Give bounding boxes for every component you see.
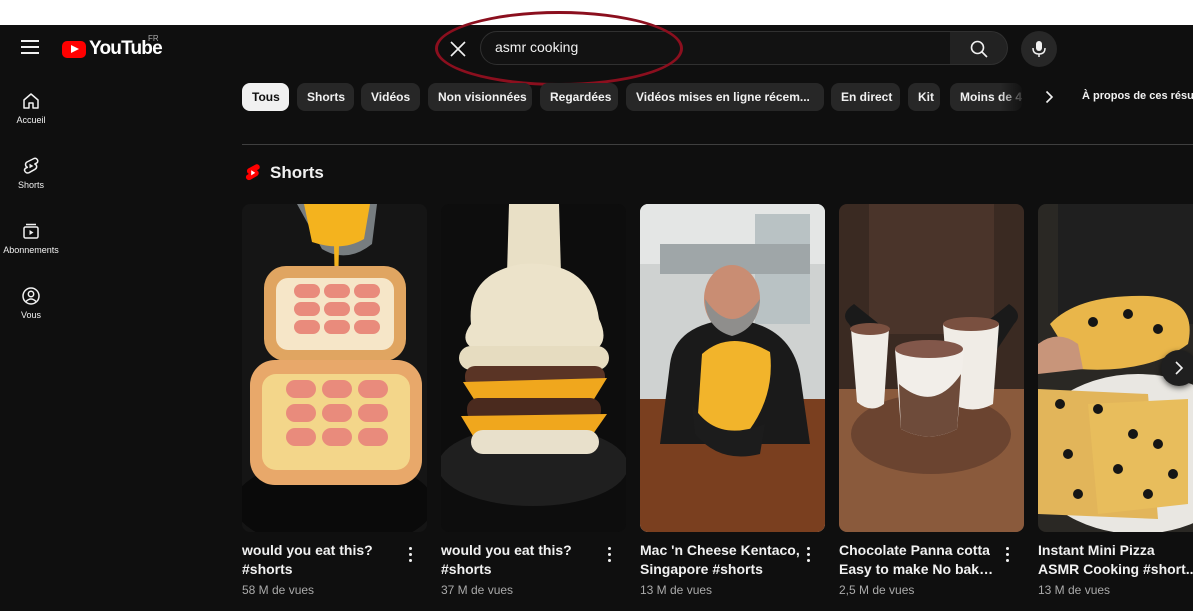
chips-fade: [1000, 83, 1026, 111]
carousel-next-button[interactable]: [1161, 350, 1193, 386]
chevron-right-icon[interactable]: [1040, 88, 1058, 106]
short-thumbnail[interactable]: [242, 204, 427, 532]
shorts-icon: [23, 157, 39, 174]
view-count: 13 M de vues: [1038, 583, 1111, 597]
view-count: 37 M de vues: [441, 583, 514, 597]
shorts-logo-icon: [245, 164, 260, 181]
short-card[interactable]: would you eat this? #shorts 58 M de vues: [242, 204, 427, 597]
menu-icon[interactable]: [21, 40, 39, 54]
sidebar-item-accueil[interactable]: Accueil: [0, 91, 62, 125]
sidebar-item-label: Vous: [20, 310, 42, 320]
short-thumbnail[interactable]: [441, 204, 626, 532]
short-card[interactable]: Mac 'n Cheese Kentaco, Singapore #shorts…: [640, 204, 825, 597]
chip-kit[interactable]: Kit: [908, 83, 940, 111]
more-options-icon[interactable]: [405, 547, 415, 565]
chip-non-visionnees[interactable]: Non visionnées: [428, 83, 532, 111]
browser-top-strip: [0, 0, 1193, 25]
chip-recemment[interactable]: Vidéos mises en ligne récem...: [626, 83, 824, 111]
more-options-icon[interactable]: [1002, 547, 1012, 565]
search-button[interactable]: [950, 31, 1008, 65]
short-title[interactable]: would you eat this? #shorts: [242, 541, 402, 579]
view-count: 58 M de vues: [242, 583, 315, 597]
country-code: FR: [148, 34, 159, 43]
chip-en-direct[interactable]: En direct: [831, 83, 900, 111]
search-icon: [970, 40, 988, 58]
short-title[interactable]: Instant Mini Pizza ASMR Cooking #short..…: [1038, 541, 1193, 579]
youtube-play-icon: [62, 40, 86, 58]
sidebar-item-label: Accueil: [16, 115, 46, 125]
shorts-section-header: Shorts: [244, 163, 324, 183]
short-title[interactable]: would you eat this? #shorts: [441, 541, 601, 579]
short-thumbnail[interactable]: [839, 204, 1024, 532]
user-icon: [22, 287, 40, 305]
subscriptions-icon: [23, 223, 39, 239]
view-count: 2,5 M de vues: [839, 583, 915, 597]
chip-regardees[interactable]: Regardées: [540, 83, 618, 111]
sidebar-item-abonnements[interactable]: Abonnements: [0, 221, 62, 255]
sidebar-item-vous[interactable]: Vous: [0, 286, 62, 320]
more-options-icon[interactable]: [604, 547, 614, 565]
search-input[interactable]: [495, 39, 895, 55]
more-options-icon[interactable]: [803, 547, 813, 565]
microphone-icon: [1032, 41, 1046, 57]
about-results-link[interactable]: À propos de ces résu: [1082, 90, 1193, 102]
youtube-logo[interactable]: YouTube: [62, 38, 163, 60]
short-title[interactable]: Chocolate Panna cotta Easy to make No ba…: [839, 541, 999, 579]
chip-tous[interactable]: Tous: [242, 83, 289, 111]
view-count: 13 M de vues: [640, 583, 713, 597]
section-title: Shorts: [270, 163, 324, 182]
home-icon: [23, 93, 39, 109]
chip-videos[interactable]: Vidéos: [361, 83, 420, 111]
sidebar-item-label: Shorts: [17, 180, 44, 190]
chip-shorts[interactable]: Shorts: [297, 83, 354, 111]
sidebar-item-label: Abonnements: [3, 245, 59, 255]
short-card[interactable]: would you eat this? #shorts 37 M de vues: [441, 204, 626, 597]
divider: [242, 144, 1193, 145]
clear-search-icon[interactable]: [448, 39, 468, 59]
short-title[interactable]: Mac 'n Cheese Kentaco, Singapore #shorts: [640, 541, 800, 579]
short-card[interactable]: Chocolate Panna cotta Easy to make No ba…: [839, 204, 1024, 597]
search-box[interactable]: [480, 31, 951, 65]
voice-search-button[interactable]: [1021, 31, 1057, 67]
chevron-right-icon: [1175, 361, 1184, 375]
sidebar-item-shorts[interactable]: Shorts: [0, 156, 62, 190]
short-thumbnail[interactable]: [640, 204, 825, 532]
